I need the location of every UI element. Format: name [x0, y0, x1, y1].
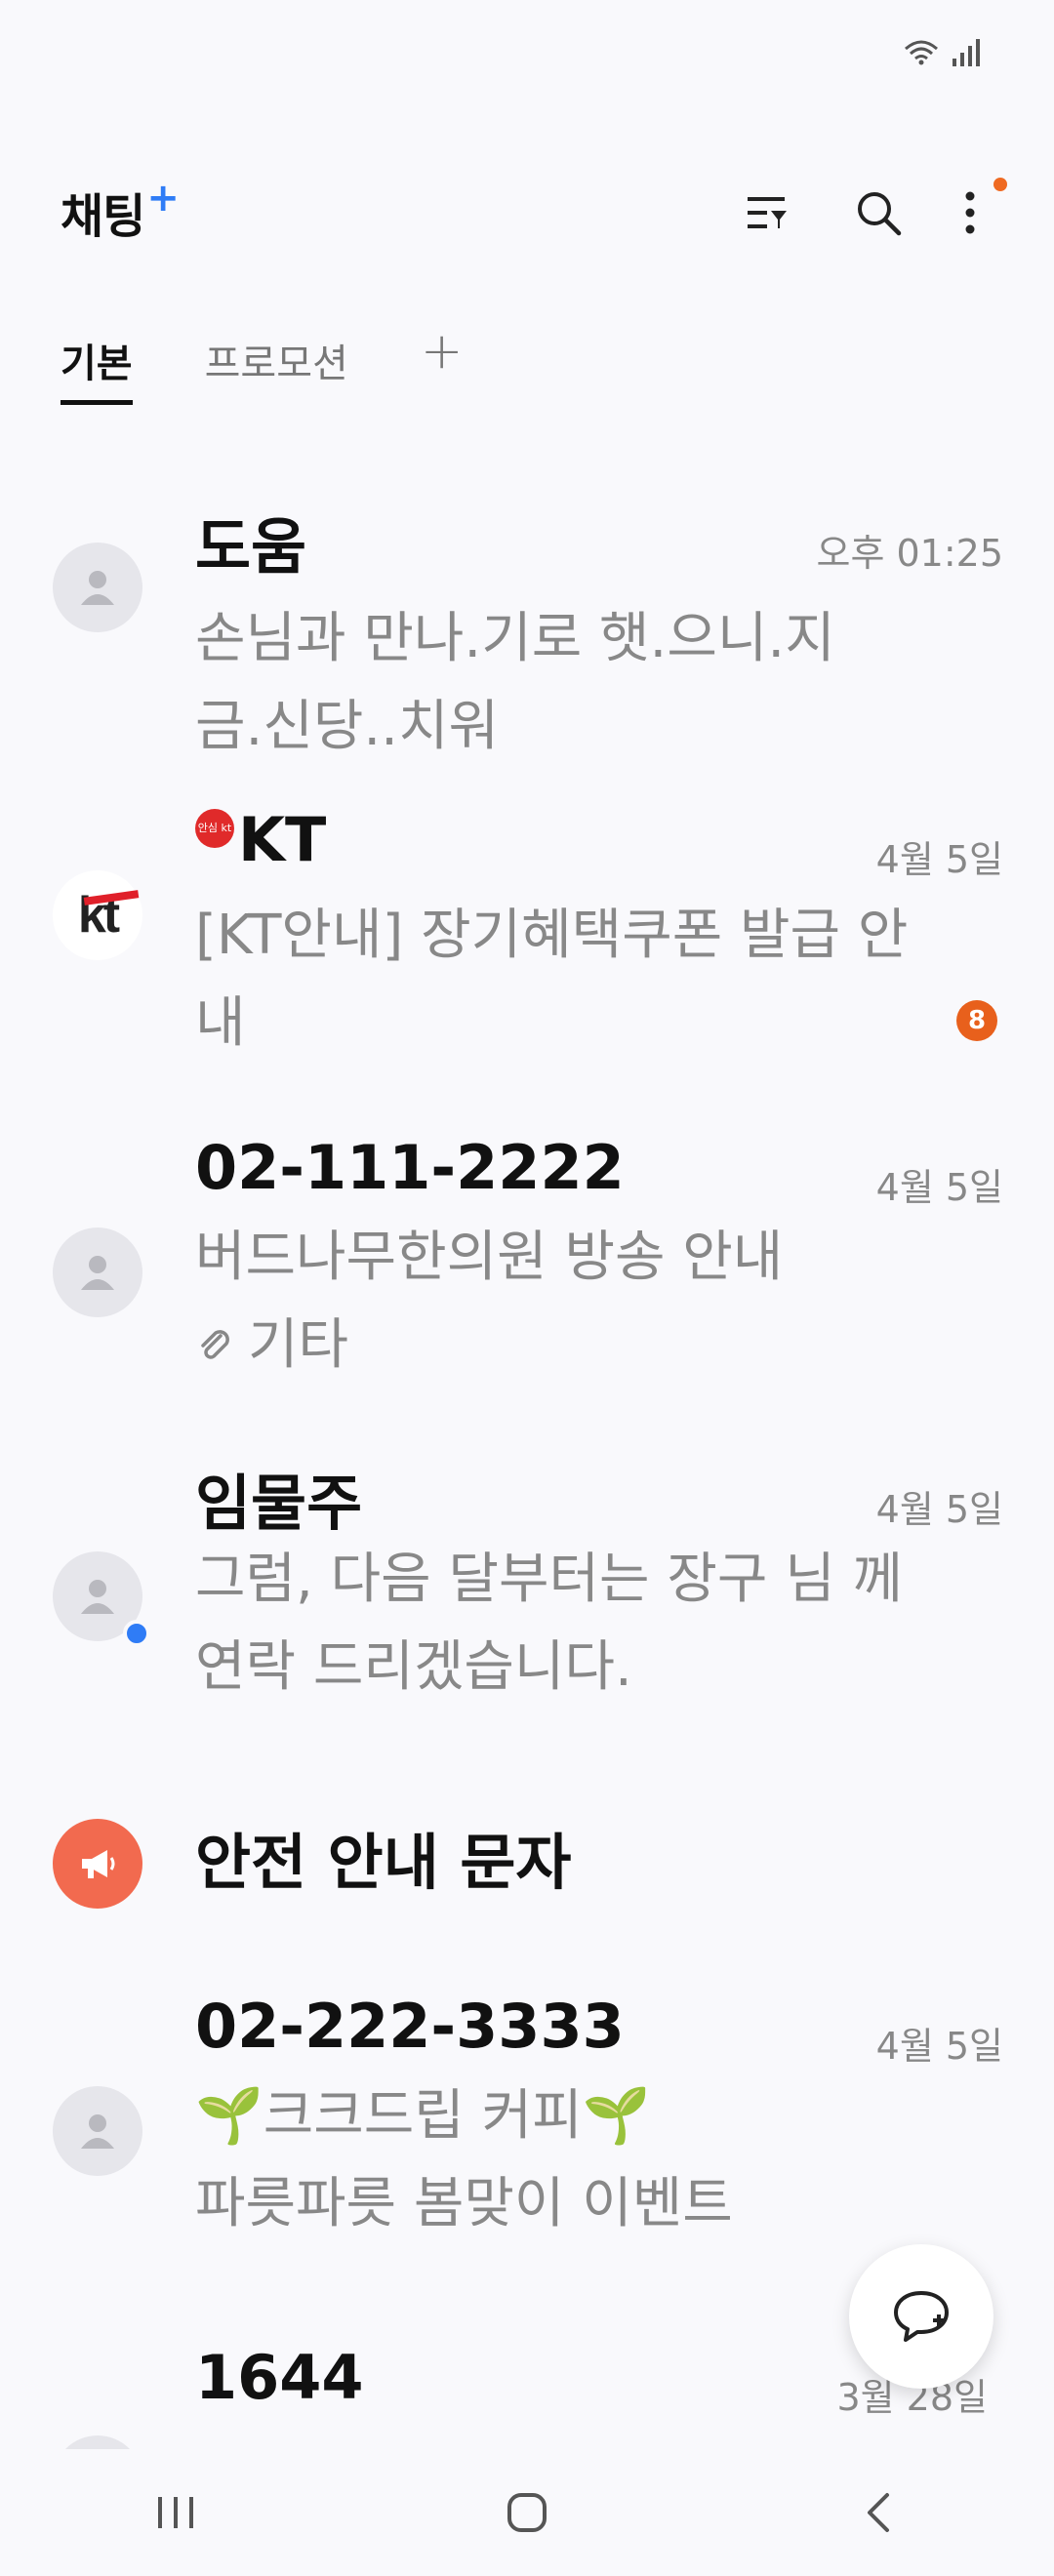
search-icon: [858, 192, 902, 236]
conversation-name: 도움: [195, 511, 307, 583]
back-icon: [868, 2493, 889, 2532]
conversation-preview: 버드나무한의원 방송 안내: [195, 1226, 784, 1289]
filter-button[interactable]: [740, 185, 794, 240]
conversation-name: 안심 kt KT: [195, 804, 326, 875]
status-bar: [0, 0, 1054, 117]
attachment-row: 기타: [195, 1302, 917, 1389]
conversation-preview: [KT안내] 장기혜택쿠폰 발급 안내: [195, 904, 909, 1055]
conversation-item[interactable]: 임물주 4월 5일 그럼, 다음 달부터는 장구 님 께 연락 드리겠습니다.: [0, 1454, 1054, 1766]
avatar: [53, 543, 142, 632]
emergency-alert-item[interactable]: 안전 안내 문자: [0, 1805, 1054, 1952]
conversation-name: 02-111-2222: [195, 1132, 625, 1203]
app-title: 채팅+: [61, 176, 180, 246]
app-bar: 채팅+: [0, 166, 1054, 263]
home-icon: [507, 2493, 547, 2532]
conversation-item[interactable]: 02-111-2222 4월 5일 버드나무한의원 방송 안내 기타: [0, 1132, 1054, 1444]
conversation-preview: 그럼, 다음 달부터는 장구 님 께 연락 드리겠습니다.: [195, 1548, 904, 1699]
signal-icon: [953, 39, 980, 66]
conversation-name: 02-222-3333: [195, 1991, 625, 2062]
person-icon: [81, 1256, 114, 1290]
person-icon: [81, 1580, 114, 1614]
avatar: [53, 2435, 142, 2449]
filter-icon: [748, 197, 787, 228]
more-icon: [965, 191, 975, 234]
conversation-name-text: KT: [238, 804, 327, 875]
more-button[interactable]: [943, 178, 1007, 240]
search-button[interactable]: [851, 185, 906, 240]
conversation-time: 4월 5일: [875, 2025, 1003, 2068]
conversation-item[interactable]: 도움 오후 01:25 손님과 만나.기로 햇.으니.지 금.신당..치워: [0, 468, 1054, 761]
recent-apps-button[interactable]: [117, 2474, 234, 2552]
conversation-time: 오후 01:25: [816, 532, 1003, 575]
tab-bar: 기본 프로모션 +: [61, 326, 464, 410]
conversation-name: 안전 안내 문자: [195, 1827, 572, 1898]
attachment-label: 기타: [248, 1313, 349, 1377]
conversation-list[interactable]: 도움 오후 01:25 손님과 만나.기로 햇.으니.지 금.신당..치워 kt…: [0, 468, 1054, 2449]
tab-basic[interactable]: 기본: [61, 332, 133, 405]
tab-promotion[interactable]: 프로모션: [205, 332, 348, 400]
status-icons: [902, 37, 986, 66]
avatar: kt: [53, 870, 142, 960]
add-tab-button[interactable]: +: [421, 326, 464, 377]
conversation-time: 4월 5일: [875, 1488, 1003, 1531]
recent-apps-icon: [158, 2497, 193, 2528]
new-chat-button[interactable]: [849, 2244, 993, 2389]
person-icon: [81, 571, 114, 605]
attachment-icon: [201, 1330, 229, 1359]
avatar: [53, 1551, 150, 1647]
avatar: [53, 1228, 142, 1317]
app-title-plus: +: [146, 176, 180, 221]
conversation-name: 1644: [195, 2342, 364, 2413]
avatar: [53, 2086, 142, 2176]
notification-dot: [993, 178, 1007, 191]
unread-badge: 8: [956, 1000, 997, 1041]
new-chat-icon: [894, 2291, 949, 2342]
home-button[interactable]: [468, 2474, 586, 2552]
megaphone-icon: [82, 1850, 115, 1878]
person-icon: [81, 2114, 114, 2149]
conversation-time: 4월 5일: [875, 1166, 1003, 1209]
conversation-time: 4월 5일: [875, 838, 1003, 881]
online-status-dot: [123, 1620, 150, 1647]
conversation-preview-line2: 파릇파릇 봄맞이 이벤트: [195, 2172, 733, 2235]
conversation-preview: 손님과 만나.기로 햇.으니.지 금.신당..치워: [195, 607, 835, 758]
avatar: [53, 1819, 142, 1909]
conversation-preview-line1: 🌱크크드립 커피🌱: [195, 2084, 651, 2148]
secure-badge-icon: 안심 kt: [195, 808, 234, 848]
system-navigation-bar: [0, 2449, 1054, 2576]
kt-logo-icon: kt: [78, 886, 140, 945]
conversation-item[interactable]: kt 안심 kt KT 4월 5일 [KT안내] 장기혜택쿠폰 발급 안내 8: [0, 790, 1054, 1103]
app-title-text: 채팅: [61, 189, 145, 244]
back-button[interactable]: [820, 2474, 937, 2552]
wifi-icon: [905, 40, 938, 65]
conversation-name: 임물주: [195, 1468, 363, 1539]
